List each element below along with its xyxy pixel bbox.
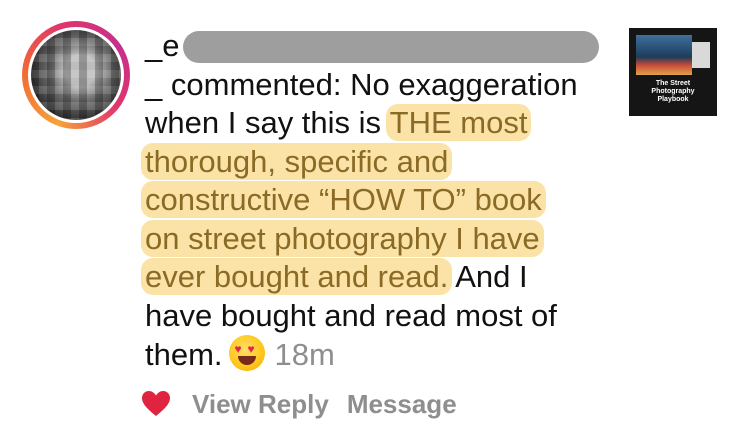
highlighted-text-2: thorough, specific and: [141, 142, 453, 180]
comment-text-4: have bought and read most of: [145, 297, 557, 333]
comment-actions: View Reply Message: [142, 386, 475, 422]
comment-text-3: And I: [455, 259, 528, 294]
comment-text: _e _ commented: No exaggeration when I s…: [141, 27, 615, 374]
highlighted-text-5: ever bought and read.: [141, 258, 453, 295]
highlighted-text-3: constructive “HOW TO” book: [141, 181, 546, 218]
highlighted-text-1: THE most: [385, 104, 532, 141]
avatar-photo: [28, 27, 124, 123]
view-reply-button[interactable]: View Reply: [192, 389, 329, 420]
comment-text-2: when I say this is: [145, 105, 382, 140]
comment-line-6: on street photography I have: [141, 219, 615, 259]
comment-line-7: ever bought and read. And I: [141, 258, 615, 297]
thumbnail-photo-secondary: [692, 42, 710, 68]
pixelated-avatar-image: [31, 30, 121, 120]
redacted-username-bar: [183, 31, 600, 63]
heart-icon[interactable]: [142, 391, 170, 417]
comment-text-1: No exaggeration: [350, 66, 578, 102]
username[interactable]: _e: [145, 28, 179, 63]
thumbnail-title-line-1: The Street: [655, 80, 691, 87]
message-button[interactable]: Message: [347, 389, 457, 420]
comment-line-5: constructive “HOW TO” book: [141, 181, 615, 220]
comment-line-8: have bought and read most of: [145, 297, 615, 336]
heart-eyes-emoji-icon: ♥ ♥: [228, 335, 265, 371]
highlighted-text-4: on street photography I have: [141, 219, 544, 257]
comment-line-2: _ commented: No exaggeration: [145, 66, 615, 105]
thumbnail-title-line-2: Photography: [651, 88, 695, 95]
thumbnail-title: The Street Photography Playbook: [629, 80, 717, 104]
comment-line-4: thorough, specific and: [141, 142, 615, 182]
avatar[interactable]: [22, 21, 130, 129]
post-thumbnail[interactable]: The Street Photography Playbook: [629, 28, 717, 116]
thumbnail-photo: [636, 35, 692, 75]
comment-line-3: when I say this is THE most: [145, 104, 615, 143]
comment-text-5: them.: [145, 337, 223, 372]
username-tail[interactable]: _: [145, 67, 162, 102]
comment-verb: commented:: [170, 66, 342, 102]
thumbnail-title-line-3: Playbook: [657, 96, 689, 103]
comment-line-1: _e: [145, 27, 615, 66]
timestamp: 18m: [274, 337, 335, 372]
comment-line-9: them. ♥ ♥ 18m: [145, 335, 615, 374]
